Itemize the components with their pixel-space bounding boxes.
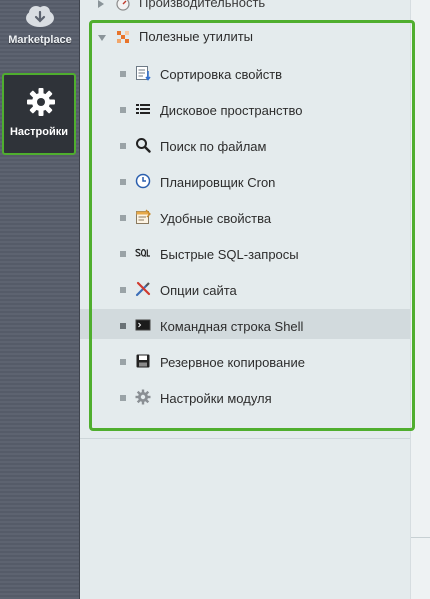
tree-item-label: Настройки модуля	[160, 391, 272, 406]
utilities-icon	[117, 31, 129, 43]
tree-item-shell[interactable]: Командная строка Shell	[80, 309, 410, 339]
shell-icon	[135, 319, 151, 331]
bullet-icon	[120, 107, 126, 113]
tree-item-label: Удобные свойства	[160, 211, 272, 226]
disk-space-icon	[136, 104, 150, 114]
tree-group-label: Полезные утилиты	[139, 29, 254, 44]
settings-label: Настройки	[9, 126, 69, 138]
tree-item-label: Дисковое пространство	[160, 103, 303, 118]
tree-item-label: Быстрые SQL-запросы	[160, 247, 299, 262]
left-sidebar: Marketplace Настройки	[0, 0, 80, 599]
content-edge	[410, 0, 430, 599]
tree-item-label: Планировщик Cron	[160, 175, 276, 190]
properties-icon	[136, 209, 151, 224]
performance-icon	[116, 0, 130, 11]
bullet-icon	[120, 143, 126, 149]
tree-item-sql[interactable]: Быстрые SQL-запросы	[80, 237, 410, 267]
bullet-icon	[120, 179, 126, 185]
cron-clock-icon	[135, 173, 151, 189]
tree-item-label: Командная строка Shell	[160, 319, 304, 334]
bullet-icon	[120, 215, 126, 221]
tree-item-file-search[interactable]: Поиск по файлам	[80, 129, 410, 159]
sql-icon	[135, 248, 150, 257]
bullet-icon	[120, 251, 126, 257]
tree-item-backup[interactable]: Резервное копирование	[80, 345, 410, 375]
bullet-icon	[120, 359, 126, 365]
collapse-arrow-icon[interactable]	[98, 35, 106, 41]
bullet-icon	[120, 323, 126, 329]
bullet-icon	[120, 287, 126, 293]
tree-item-module-settings[interactable]: Настройки модуля	[80, 381, 410, 411]
tree-item-sort-properties[interactable]: Сортировка свойств	[80, 57, 410, 87]
bullet-icon	[120, 395, 126, 401]
backup-icon	[136, 354, 150, 368]
sidebar-item-marketplace[interactable]: Marketplace	[0, 0, 80, 70]
sort-properties-icon	[136, 66, 151, 81]
site-options-icon	[135, 281, 151, 297]
tree-group-utilities[interactable]: Полезные утилиты	[80, 22, 410, 52]
tree-item-disk-space[interactable]: Дисковое пространство	[80, 93, 410, 123]
sidebar-item-settings[interactable]: Настройки	[2, 73, 76, 155]
gear-icon	[27, 88, 55, 116]
tree-item-performance[interactable]: Производительность	[80, 0, 410, 16]
divider	[411, 537, 430, 538]
tree-item-label: Сортировка свойств	[160, 67, 283, 82]
tree-item-cron[interactable]: Планировщик Cron	[80, 165, 410, 195]
marketplace-label: Marketplace	[8, 34, 72, 46]
bullet-icon	[120, 71, 126, 77]
module-settings-icon	[135, 389, 151, 405]
panel-divider	[80, 438, 410, 439]
expand-arrow-icon[interactable]	[98, 0, 104, 8]
cloud-download-icon	[26, 6, 54, 27]
tree-item-label: Опции сайта	[160, 283, 237, 298]
tree-panel: Производительность Полезные утилиты Сорт…	[80, 0, 410, 599]
file-search-icon	[136, 138, 151, 153]
tree-item-label: Резервное копирование	[160, 355, 305, 370]
tree-item-label: Производительность	[139, 0, 266, 10]
tree-item-site-options[interactable]: Опции сайта	[80, 273, 410, 303]
tree-item-properties[interactable]: Удобные свойства	[80, 201, 410, 231]
tree-item-label: Поиск по файлам	[160, 139, 267, 154]
